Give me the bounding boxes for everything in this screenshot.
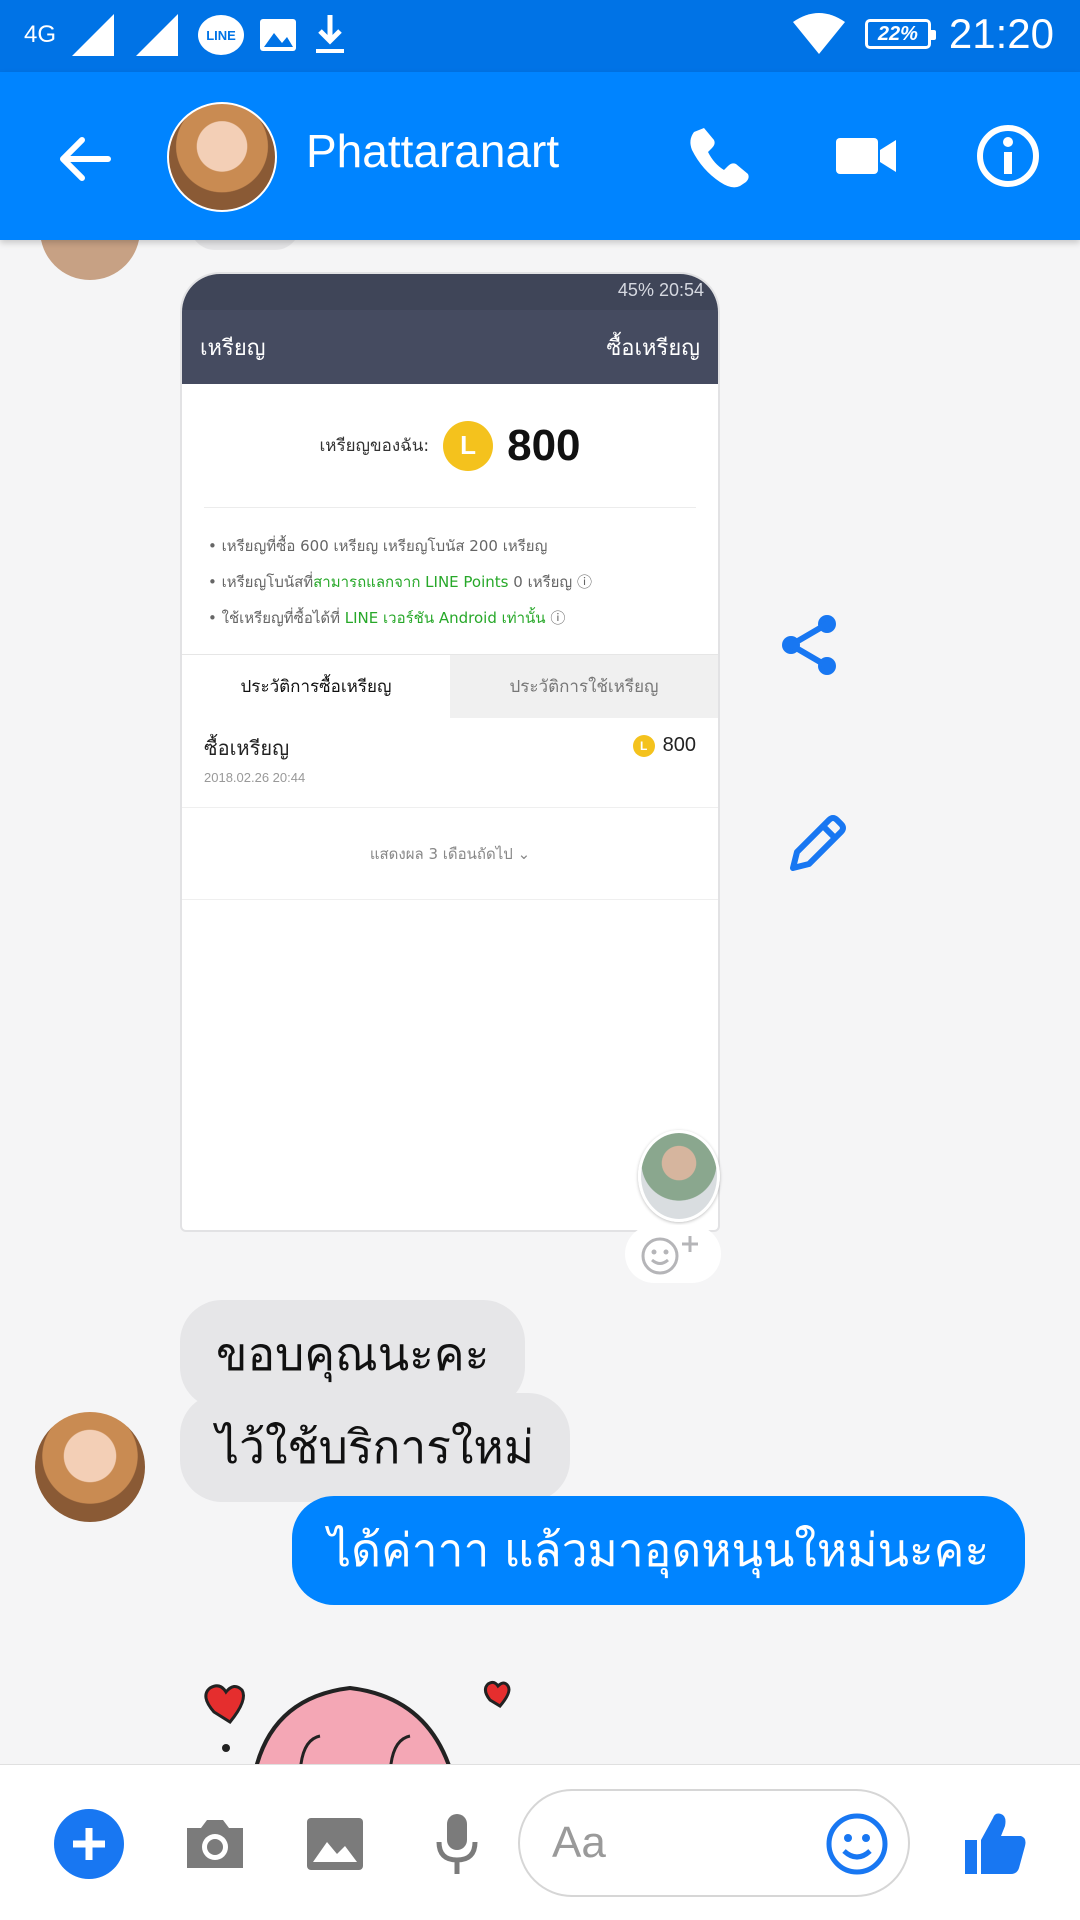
shot-tab-usage-history: ประวัติการใช้เหรียญ: [450, 655, 718, 718]
microphone-icon: [436, 1814, 478, 1874]
shot-note-2: • เหรียญโบนัสที่สามารถแลกจาก LINE Points…: [208, 564, 692, 600]
shot-balance: เหรียญของฉัน: L 800: [204, 384, 696, 508]
line-notification-icon: LINE: [198, 15, 245, 55]
shot-note-2b: สามารถแลกจาก LINE Points: [313, 573, 509, 591]
shot-balance-label: เหรียญของฉัน:: [319, 436, 430, 456]
contact-name[interactable]: Phattaranart: [306, 124, 559, 178]
network-type: 4G: [24, 21, 57, 48]
shot-top-bar: เหรียญ ซื้อเหรียญ: [182, 310, 718, 384]
shot-note-2a: • เหรียญโบนัสที่: [208, 573, 314, 591]
composer-bar: [0, 1764, 1080, 1920]
message-input[interactable]: [552, 1811, 812, 1875]
info-icon[interactable]: [972, 120, 1044, 192]
shared-image-attachment[interactable]: 45% 20:54 เหรียญ ซื้อเหรียญ เหรียญของฉัน…: [180, 272, 720, 1232]
message-bubble-incoming[interactable]: ไว้ใช้บริการใหม่: [180, 1393, 571, 1502]
shot-row-date: 2018.02.26 20:44: [204, 770, 306, 785]
message-input-container[interactable]: [518, 1789, 910, 1897]
wifi-icon: [792, 13, 845, 54]
shot-note-3a: • ใช้เหรียญที่ซื้อได้ที่: [208, 609, 345, 627]
video-call-icon[interactable]: [830, 120, 902, 192]
emoji-icon[interactable]: [824, 1811, 890, 1877]
camera-icon: [187, 1820, 243, 1868]
thumbs-up-icon: [965, 1813, 1026, 1874]
shot-buy-coins: ซื้อเหรียญ: [606, 335, 700, 361]
add-icon: [54, 1809, 124, 1879]
phone-icon[interactable]: [684, 120, 756, 192]
battery-indicator: 22%: [864, 19, 936, 49]
add-button[interactable]: [50, 1805, 128, 1883]
shot-tab-purchase-history: ประวัติการซื้อเหรียญ: [240, 677, 392, 697]
message-bubble-outgoing[interactable]: ได้ค่าาา แล้วมาอุดหนุนใหม่นะคะ: [292, 1496, 1026, 1605]
shot-row-amount: L 800: [632, 734, 696, 757]
status-bar: 4G LINE 22% 21:20: [0, 0, 1080, 72]
signal-sim2-icon: [136, 14, 179, 56]
signal-sim1-icon: [72, 14, 115, 56]
message-bubble-partial: [190, 240, 300, 250]
shot-history-row: ซื้อเหรียญ 2018.02.26 20:44 L 800: [182, 718, 718, 808]
contact-avatar-partial: [40, 240, 140, 280]
shot-note-3b: LINE เวอร์ชัน Android เท่านั้น: [344, 609, 546, 627]
sticker[interactable]: [190, 1660, 520, 1764]
download-notification-icon: [316, 15, 345, 53]
share-icon[interactable]: [775, 610, 845, 680]
conversation-header: Phattaranart: [0, 72, 1080, 240]
gallery-button[interactable]: [296, 1805, 374, 1883]
shot-note-3c: ⓘ: [545, 609, 566, 627]
status-left: 4G LINE: [24, 12, 348, 58]
microphone-button[interactable]: [418, 1805, 496, 1883]
contact-avatar[interactable]: [167, 102, 277, 212]
add-reaction-icon: [641, 1236, 698, 1275]
shot-status-bar: 45% 20:54: [182, 274, 718, 310]
edit-pencil-icon[interactable]: [783, 808, 853, 878]
like-button[interactable]: [956, 1805, 1034, 1883]
shot-row-title: ซื้อเหรียญ: [204, 736, 290, 760]
shot-show-more: แสดงผล 3 เดือนถัดไป ⌄: [182, 808, 718, 900]
read-receipt-avatar: [638, 1130, 720, 1222]
clock: 21:20: [948, 10, 1054, 57]
shot-note-3: • ใช้เหรียญที่ซื้อได้ที่ LINE เวอร์ชัน A…: [208, 600, 692, 636]
line-coin-icon: L: [443, 420, 494, 471]
status-right: 22% 21:20: [791, 10, 1054, 58]
camera-button[interactable]: [176, 1805, 254, 1883]
shot-note-1: • เหรียญที่ซื้อ 600 เหรียญ เหรียญโบนัส 2…: [208, 537, 548, 555]
back-arrow-icon[interactable]: [50, 124, 120, 194]
shot-row-amount-value: 800: [662, 734, 696, 756]
shot-balance-amount: 800: [507, 420, 581, 470]
shot-title: เหรียญ: [200, 335, 266, 361]
message-list[interactable]: 45% 20:54 เหรียญ ซื้อเหรียญ เหรียญของฉัน…: [0, 240, 1080, 1764]
add-reaction-button[interactable]: [625, 1225, 721, 1283]
shot-note-2c: 0 เหรียญ ⓘ: [508, 573, 592, 591]
gallery-icon: [307, 1818, 363, 1870]
shot-notes: • เหรียญที่ซื้อ 600 เหรียญ เหรียญโบนัส 2…: [182, 508, 718, 654]
line-coin-small-icon: L: [632, 734, 655, 757]
image-notification-icon: [260, 19, 297, 51]
contact-avatar-small[interactable]: [35, 1412, 145, 1522]
shot-tabs: ประวัติการซื้อเหรียญ ประวัติการใช้เหรียญ: [182, 654, 718, 718]
